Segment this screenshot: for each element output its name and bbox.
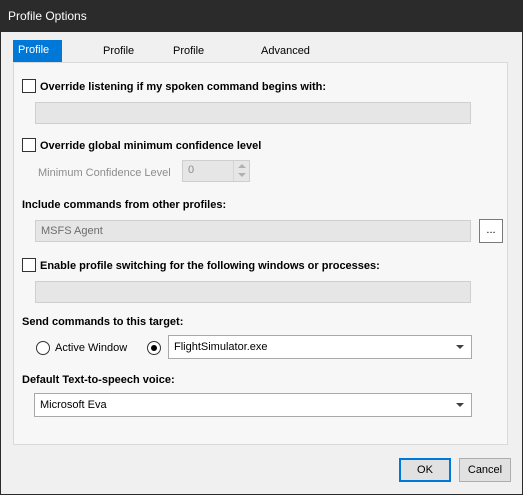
window-title: Profile Options	[8, 9, 87, 23]
tab-advanced[interactable]: Advanced	[256, 42, 315, 63]
radio-selected-dot	[151, 345, 157, 351]
profile-switching-checkbox[interactable]	[22, 258, 36, 272]
override-listening-label: Override listening if my spoken command …	[40, 81, 327, 93]
spin-up-icon[interactable]	[238, 164, 246, 168]
tab-profile-general[interactable]: Profile General	[13, 40, 63, 77]
process-value: FlightSimulator.exe	[174, 341, 268, 353]
include-commands-field[interactable]: MSFS Agent	[35, 220, 471, 242]
tab-profile-hotkeys[interactable]: Profile Hotkeys	[168, 42, 218, 76]
min-confidence-value: 0	[188, 164, 195, 176]
ok-button[interactable]: OK	[399, 458, 451, 482]
override-confidence-checkbox[interactable]	[22, 138, 36, 152]
tts-voice-value: Microsoft Eva	[40, 399, 107, 411]
process-radio[interactable]	[147, 341, 161, 355]
tab-profile-exec[interactable]: Profile Exec	[98, 42, 139, 76]
active-window-label: Active Window	[55, 342, 128, 354]
send-commands-label: Send commands to this target:	[22, 316, 184, 328]
override-listening-checkbox[interactable]	[22, 79, 36, 93]
tts-voice-combobox[interactable]: Microsoft Eva	[34, 393, 472, 417]
spin-down-icon[interactable]	[238, 173, 246, 177]
min-confidence-stepper[interactable]: 0	[182, 160, 250, 182]
chevron-down-icon	[456, 403, 464, 407]
override-confidence-label: Override global minimum confidence level	[40, 140, 262, 152]
chevron-down-icon	[456, 345, 464, 349]
profile-switching-label: Enable profile switching for the followi…	[40, 260, 380, 272]
tts-voice-label: Default Text-to-speech voice:	[22, 374, 175, 386]
include-commands-label: Include commands from other profiles:	[22, 199, 227, 211]
min-confidence-label: Minimum Confidence Level	[38, 167, 171, 179]
stepper-arrows	[233, 161, 249, 181]
override-listening-input[interactable]	[35, 102, 471, 124]
cancel-button[interactable]: Cancel	[459, 458, 511, 482]
title-bar: Profile Options	[0, 0, 523, 32]
process-combobox[interactable]: FlightSimulator.exe	[168, 335, 472, 359]
browse-profiles-button[interactable]: ...	[479, 219, 503, 243]
active-window-radio[interactable]	[36, 341, 50, 355]
profile-switching-input[interactable]	[35, 281, 471, 303]
